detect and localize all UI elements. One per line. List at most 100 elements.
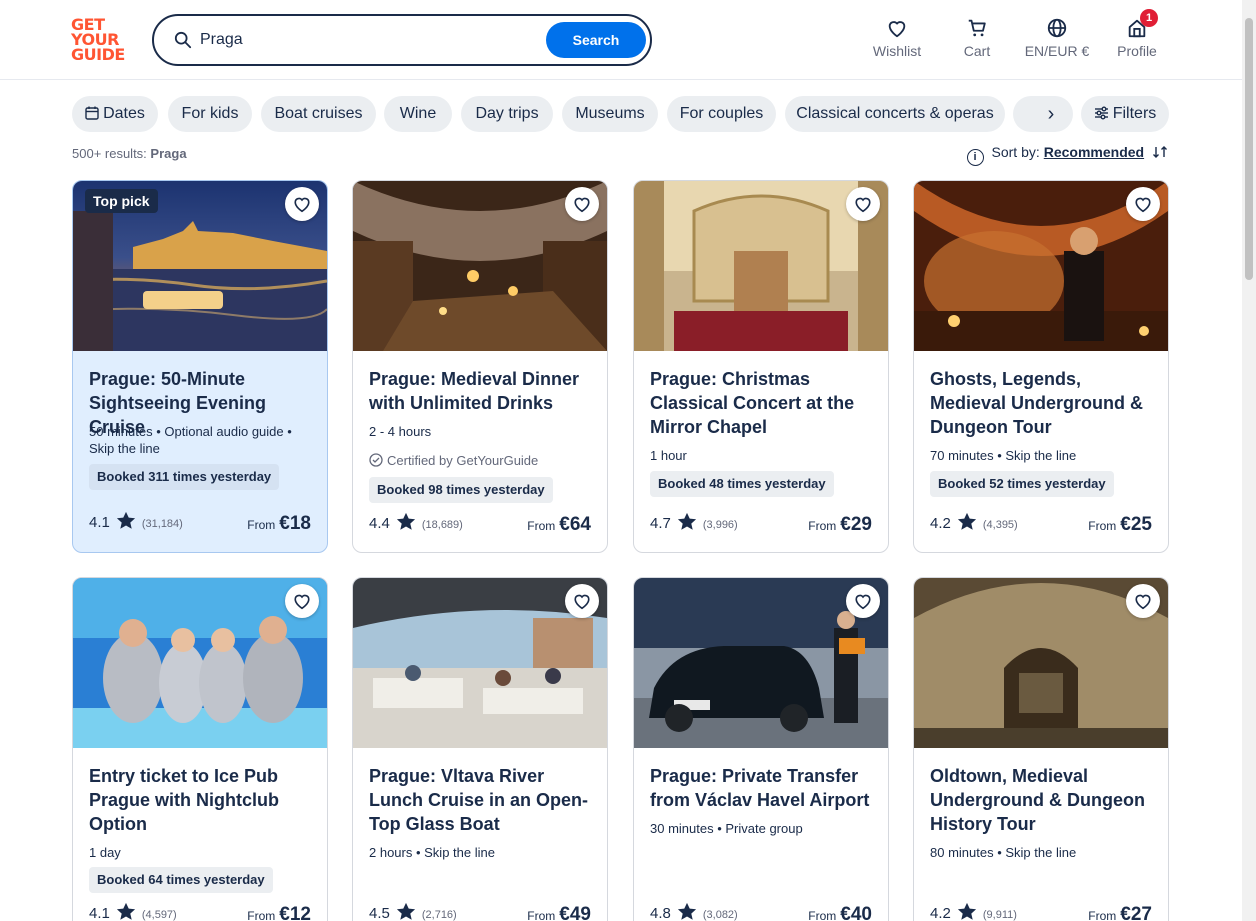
calendar-icon	[85, 106, 99, 120]
chip-for-kids[interactable]: For kids	[168, 96, 252, 132]
star-icon	[677, 902, 696, 920]
price-from-label: From	[247, 909, 276, 921]
nav-cart[interactable]: Cart	[952, 15, 1002, 65]
heart-icon	[294, 197, 310, 213]
results-count: 500+ results: Praga	[72, 146, 187, 161]
page-scrollbar[interactable]	[1242, 0, 1256, 921]
nav-language-currency[interactable]: EN/EUR €	[1020, 15, 1094, 65]
chip-dates[interactable]: Dates	[72, 96, 158, 132]
activity-card[interactable]: Prague: Medieval Dinner with Unlimited D…	[352, 180, 608, 553]
top-pick-badge: Top pick	[85, 189, 158, 213]
card-price: From €49	[527, 903, 591, 921]
activity-card[interactable]: Prague: Private Transfer from Václav Hav…	[633, 577, 889, 921]
card-title[interactable]: Prague: Christmas Classical Concert at t…	[650, 367, 874, 439]
activity-card[interactable]: Ghosts, Legends, Medieval Underground & …	[913, 180, 1169, 553]
chip-wine[interactable]: Wine	[384, 96, 452, 132]
wishlist-button[interactable]	[1126, 187, 1160, 221]
star-icon	[396, 902, 415, 920]
booked-badge: Booked 64 times yesterday	[89, 867, 273, 893]
getyourguide-logo[interactable]: GET YOUR GUIDE	[71, 17, 131, 63]
sort-arrows-icon	[1153, 146, 1167, 158]
nav-cart-label: Cart	[963, 43, 991, 59]
heart-icon	[294, 594, 310, 610]
wishlist-button[interactable]	[285, 187, 319, 221]
star-icon	[957, 512, 976, 530]
search-input[interactable]	[200, 28, 530, 52]
chip-label: Dates	[103, 105, 145, 122]
rating-value: 4.4	[369, 515, 390, 532]
chip-label: Day trips	[475, 105, 539, 122]
card-title[interactable]: Ghosts, Legends, Medieval Underground & …	[930, 367, 1154, 439]
wishlist-button[interactable]	[846, 584, 880, 618]
card-price: From €12	[247, 903, 311, 921]
card-rating: 4.4 (18,689)	[369, 512, 463, 534]
review-count: (2,716)	[421, 909, 457, 921]
chip-label: Museums	[575, 105, 645, 122]
chip-label: For couples	[679, 105, 764, 122]
card-rating: 4.8 (3,082)	[650, 902, 738, 921]
heart-icon	[574, 594, 590, 610]
sort-value[interactable]: Recommended	[1044, 144, 1144, 160]
nav-profile[interactable]: 1 Profile	[1112, 9, 1162, 65]
price-from-label: From	[527, 519, 556, 533]
activity-card[interactable]: Prague: Christmas Classical Concert at t…	[633, 180, 889, 553]
card-title[interactable]: Prague: Medieval Dinner with Unlimited D…	[369, 367, 593, 415]
nav-wishlist[interactable]: Wishlist	[866, 15, 928, 65]
price-from-label: From	[1088, 909, 1117, 921]
price-from-label: From	[1088, 519, 1117, 533]
card-title[interactable]: Oldtown, Medieval Underground & Dungeon …	[930, 764, 1154, 836]
filters-button[interactable]: Filters	[1081, 96, 1169, 132]
review-count: (4,395)	[982, 519, 1018, 531]
card-title[interactable]: Prague: Private Transfer from Václav Hav…	[650, 764, 874, 812]
price-value: €40	[840, 904, 872, 921]
wishlist-button[interactable]	[1126, 584, 1160, 618]
activity-card[interactable]: Entry ticket to Ice Pub Prague with Nigh…	[72, 577, 328, 921]
card-meta: 2 - 4 hours	[369, 424, 432, 439]
chip-classical-concerts[interactable]: Classical concerts & operas	[785, 96, 1005, 132]
sort-control[interactable]: i Sort by: Recommended	[966, 144, 1169, 166]
card-title[interactable]: Entry ticket to Ice Pub Prague with Nigh…	[89, 764, 313, 836]
scroll-thumb[interactable]	[1245, 18, 1253, 280]
star-icon	[396, 512, 415, 530]
review-count: (18,689)	[421, 519, 463, 531]
card-rating: 4.5 (2,716)	[369, 902, 457, 921]
activity-card[interactable]: Prague: Vltava River Lunch Cruise in an …	[352, 577, 608, 921]
chip-for-couples[interactable]: For couples	[667, 96, 776, 132]
results-count-label: 500+ results:	[72, 146, 147, 161]
card-rating: 4.1 (31,184)	[89, 511, 183, 533]
activity-card[interactable]: Top pick Prague: 50-Minute Sightseeing E…	[72, 180, 328, 553]
wishlist-button[interactable]	[285, 584, 319, 618]
activity-card[interactable]: Oldtown, Medieval Underground & Dungeon …	[913, 577, 1169, 921]
price-value: €49	[559, 904, 591, 921]
card-title[interactable]: Prague: Vltava River Lunch Cruise in an …	[369, 764, 593, 836]
chip-day-trips[interactable]: Day trips	[461, 96, 553, 132]
results-query: Praga	[150, 146, 187, 161]
wishlist-button[interactable]	[846, 187, 880, 221]
card-price: From €18	[247, 512, 311, 536]
wishlist-button[interactable]	[565, 187, 599, 221]
card-price: From €64	[527, 513, 591, 537]
card-rating: 4.1 (4,597)	[89, 902, 177, 921]
info-icon[interactable]: i	[966, 149, 984, 166]
nav-profile-label: Profile	[1117, 43, 1157, 59]
card-price: From €40	[808, 903, 872, 921]
card-price: From €25	[1088, 513, 1152, 537]
search-bar: Search	[152, 14, 652, 66]
chip-museums[interactable]: Museums	[562, 96, 658, 132]
chip-boat-cruises[interactable]: Boat cruises	[261, 96, 376, 132]
review-count: (9,911)	[982, 909, 1017, 921]
card-price: From €29	[808, 513, 872, 537]
price-value: €29	[840, 514, 872, 535]
filters-label: Filters	[1112, 105, 1157, 122]
wishlist-button[interactable]	[565, 584, 599, 618]
chevron-right-icon[interactable]: ›	[1037, 100, 1065, 128]
search-button[interactable]: Search	[546, 22, 646, 58]
heart-icon	[1135, 594, 1151, 610]
chip-label: Boat cruises	[274, 105, 363, 122]
rating-value: 4.2	[930, 515, 951, 532]
top-header: GET YOUR GUIDE Search Wishlist Cart EN/E…	[0, 0, 1242, 80]
star-icon	[116, 511, 135, 529]
filter-chip-bar: Dates For kids Boat cruises Wine Day tri…	[72, 96, 1170, 132]
logo-line: GUIDE	[71, 45, 125, 64]
card-meta: 1 day	[89, 845, 121, 860]
